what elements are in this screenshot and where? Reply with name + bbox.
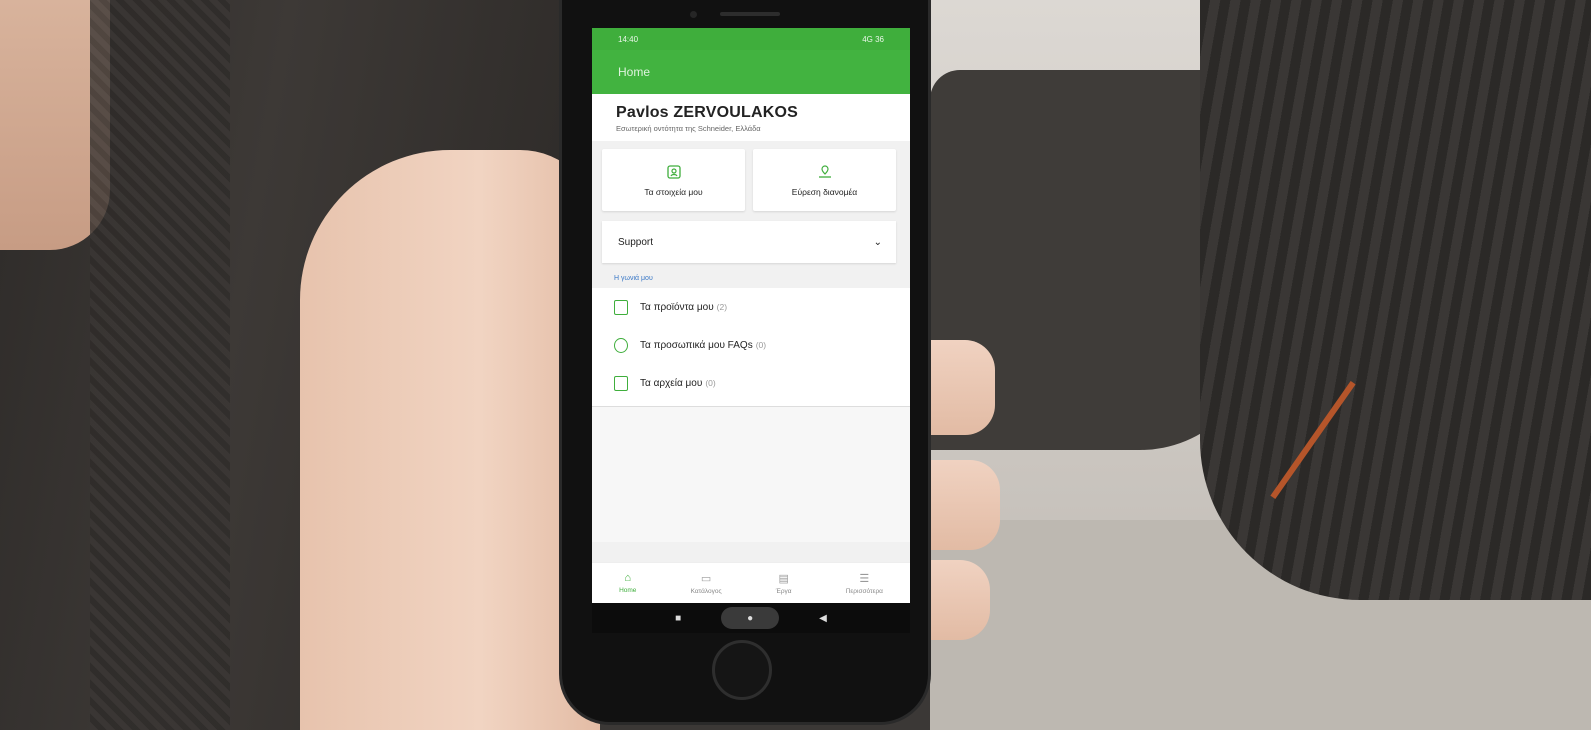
section-title: Η γωνιά μου	[614, 275, 653, 282]
bg-jeans	[90, 0, 230, 730]
menu-icon: ☰	[859, 572, 870, 585]
nav-label: Περισσότερα	[845, 587, 883, 595]
list-item-label: Τα προϊόντα μου (2)	[640, 301, 728, 313]
battery-icon: 36	[875, 34, 884, 44]
card-label: Τα στοιχεία μου	[644, 187, 703, 197]
catalog-icon: ▭	[700, 572, 712, 585]
id-card-icon	[665, 163, 683, 181]
list-item-label: Τα αρχεία μου (0)	[640, 377, 716, 389]
support-label: Support	[618, 236, 654, 248]
list-item-label: Τα προσωπικά μου FAQs (0)	[640, 339, 767, 351]
chevron-down-icon: ⌄	[873, 236, 882, 248]
action-cards: Τα στοιχεία μου Εύρεση διανομέα	[592, 141, 910, 215]
my-details-card[interactable]: Τα στοιχεία μου	[602, 149, 745, 211]
list-item-products[interactable]: Τα προϊόντα μου (2)	[592, 288, 910, 326]
phone-speaker	[720, 12, 780, 16]
back-icon[interactable]: ◀	[819, 613, 827, 624]
faq-icon	[614, 337, 628, 353]
phone-screen: 14:40 4G 36 Home Pavlos ZERVOULAKOS Εσωτ…	[592, 28, 910, 603]
status-bar: 14:40 4G 36	[592, 28, 910, 50]
products-icon	[614, 299, 628, 315]
hardware-home-button[interactable]	[712, 640, 772, 700]
nav-projects[interactable]: ▤ Έργα	[776, 572, 792, 595]
nav-label: Κατάλογος	[690, 587, 722, 595]
files-icon	[614, 375, 628, 391]
app-bar: Home	[592, 50, 910, 94]
support-dropdown[interactable]: Support ⌄	[602, 221, 896, 263]
square-icon[interactable]: ■	[675, 613, 681, 624]
phone-camera	[690, 11, 697, 18]
page-title: Home	[618, 65, 651, 79]
network-label: 4G	[862, 34, 873, 44]
nav-catalog[interactable]: ▭ Κατάλογος	[691, 572, 722, 595]
nav-label: Home	[619, 587, 637, 594]
card-label: Εύρεση διανομέα	[791, 187, 858, 197]
nav-home[interactable]: ⌂ Home	[619, 572, 636, 594]
list-item-count: (0)	[705, 377, 716, 388]
home-icon: ⌂	[624, 572, 632, 584]
android-nav-bar: ■ ● ◀	[592, 603, 910, 633]
find-distributor-card[interactable]: Εύρεση διανομέα	[753, 149, 896, 211]
user-name: Pavlos ZERVOULAKOS	[616, 104, 799, 121]
circle-icon: ●	[747, 612, 754, 624]
empty-area	[592, 407, 910, 542]
system-home-button[interactable]: ●	[721, 607, 780, 629]
list-item-faqs[interactable]: Τα προσωπικά μου FAQs (0)	[592, 326, 910, 364]
distributor-icon	[816, 163, 834, 181]
nav-label: Έργα	[775, 587, 792, 595]
list-item-files[interactable]: Τα αρχεία μου (0)	[592, 364, 910, 402]
status-time: 14:40	[618, 34, 639, 44]
profile-header: Pavlos ZERVOULAKOS Εσωτερική οντότητα τη…	[592, 94, 910, 141]
hand	[300, 150, 600, 730]
bg-sweater	[1200, 0, 1591, 600]
list-item-count: (2)	[716, 301, 728, 312]
folder-icon: ▤	[778, 572, 789, 585]
nav-more[interactable]: ☰ Περισσότερα	[846, 572, 883, 595]
bottom-nav: ⌂ Home ▭ Κατάλογος ▤ Έργα ☰ Περισσότερα	[592, 562, 910, 603]
list-item-count: (0)	[755, 339, 767, 350]
status-right: 4G 36	[862, 35, 884, 44]
user-subtitle: Εσωτερική οντότητα της Schneider, Ελλάδα	[616, 124, 761, 133]
my-corner-list: Τα προϊόντα μου (2) Τα προσωπικά μου FAQs…	[592, 288, 910, 407]
